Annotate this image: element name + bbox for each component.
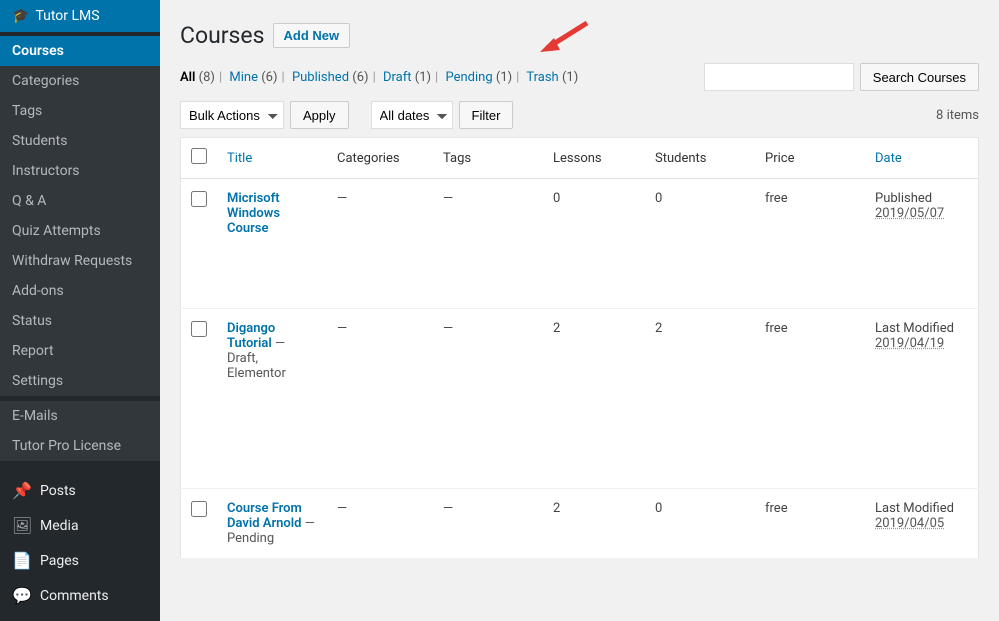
col-price: Price (755, 138, 865, 179)
items-count: 8 items (936, 108, 979, 123)
filter-trash[interactable]: Trash (526, 70, 558, 85)
select-all-checkbox[interactable] (191, 148, 207, 164)
course-title-link[interactable]: Course From David Arnold (227, 501, 302, 531)
cell-date: Published2019/05/07 (865, 179, 979, 309)
table-row: Course From David Arnold — Pending——20fr… (181, 489, 979, 559)
sidebar-submenu: Courses Categories Tags Students Instruc… (0, 32, 160, 465)
row-checkbox[interactable] (191, 191, 207, 207)
filter-published[interactable]: Published (292, 70, 349, 85)
cell-categories: — (327, 179, 433, 309)
sidebar-item-courses[interactable]: Courses (0, 36, 160, 66)
sidebar-item-pages[interactable]: 📄Pages (0, 543, 160, 578)
sidebar-item-settings[interactable]: Settings (0, 366, 160, 396)
sidebar-item-quiz-attempts[interactable]: Quiz Attempts (0, 216, 160, 246)
row-checkbox[interactable] (191, 321, 207, 337)
cell-lessons: 0 (543, 179, 645, 309)
sidebar-brand[interactable]: 🎓 Tutor LMS (0, 0, 160, 32)
sidebar-item-withdraw[interactable]: Withdraw Requests (0, 246, 160, 276)
cell-tags: — (433, 179, 543, 309)
cell-price: free (755, 489, 865, 559)
col-title[interactable]: Title (217, 138, 327, 179)
cell-price: free (755, 309, 865, 489)
sidebar-item-status[interactable]: Status (0, 306, 160, 336)
table-row: Micrisoft Windows Course——00freePublishe… (181, 179, 979, 309)
bulk-actions-select[interactable]: Bulk Actions (180, 101, 284, 129)
row-checkbox[interactable] (191, 501, 207, 517)
comment-icon: 💬 (12, 586, 30, 605)
pin-icon: 📌 (12, 481, 30, 500)
cell-students: 0 (645, 489, 755, 559)
cell-categories: — (327, 309, 433, 489)
filter-mine[interactable]: Mine (229, 70, 258, 85)
sidebar-item-instructors[interactable]: Instructors (0, 156, 160, 186)
sidebar-item-students[interactable]: Students (0, 126, 160, 156)
sidebar-item-emails[interactable]: E-Mails (0, 401, 160, 431)
col-tags: Tags (433, 138, 543, 179)
brand-label: Tutor LMS (35, 8, 99, 24)
cell-date: Last Modified2019/04/05 (865, 489, 979, 559)
search-input[interactable] (704, 63, 854, 91)
add-new-button[interactable]: Add New (273, 23, 351, 48)
filter-all[interactable]: All (180, 70, 195, 85)
cell-lessons: 2 (543, 309, 645, 489)
sidebar-item-media[interactable]: 🖼Media (0, 508, 160, 543)
cell-date: Last Modified2019/04/19 (865, 309, 979, 489)
cell-lessons: 2 (543, 489, 645, 559)
sidebar-item-categories[interactable]: Categories (0, 66, 160, 96)
filter-draft[interactable]: Draft (383, 70, 412, 85)
cell-tags: — (433, 489, 543, 559)
sidebar-item-comments[interactable]: 💬Comments (0, 578, 160, 613)
course-title-link[interactable]: Digango Tutorial (227, 321, 275, 351)
media-icon: 🖼 (12, 516, 30, 535)
cell-students: 0 (645, 179, 755, 309)
col-categories: Categories (327, 138, 433, 179)
table-row: Digango Tutorial — Draft, Elementor——22f… (181, 309, 979, 489)
graduation-cap-icon: 🎓 (12, 8, 29, 24)
courses-table: Title Categories Tags Lessons Students P… (180, 137, 979, 559)
status-filters: All (8)| Mine (6)| Published (6)| Draft … (180, 70, 578, 85)
sidebar-item-addons[interactable]: Add-ons (0, 276, 160, 306)
filter-button[interactable]: Filter (459, 101, 514, 129)
col-date[interactable]: Date (865, 138, 979, 179)
sidebar-main-menu: 📌Posts 🖼Media 📄Pages 💬Comments (0, 465, 160, 621)
admin-sidebar: 🎓 Tutor LMS Courses Categories Tags Stud… (0, 0, 160, 600)
page-icon: 📄 (12, 551, 30, 570)
sidebar-item-qa[interactable]: Q & A (0, 186, 160, 216)
page-title: Courses (180, 22, 265, 49)
cell-tags: — (433, 309, 543, 489)
date-filter-select[interactable]: All dates (371, 101, 453, 129)
cell-categories: — (327, 489, 433, 559)
filter-pending[interactable]: Pending (445, 70, 492, 85)
sidebar-item-posts[interactable]: 📌Posts (0, 473, 160, 508)
sidebar-item-report[interactable]: Report (0, 336, 160, 366)
course-title-link[interactable]: Micrisoft Windows Course (227, 191, 280, 236)
main-content: Courses Add New All (8)| Mine (6)| Publi… (160, 0, 999, 600)
col-students: Students (645, 138, 755, 179)
cell-students: 2 (645, 309, 755, 489)
sidebar-item-license[interactable]: Tutor Pro License (0, 431, 160, 461)
sidebar-item-tags[interactable]: Tags (0, 96, 160, 126)
search-button[interactable]: Search Courses (860, 63, 979, 91)
col-lessons: Lessons (543, 138, 645, 179)
apply-button[interactable]: Apply (290, 101, 349, 129)
cell-price: free (755, 179, 865, 309)
